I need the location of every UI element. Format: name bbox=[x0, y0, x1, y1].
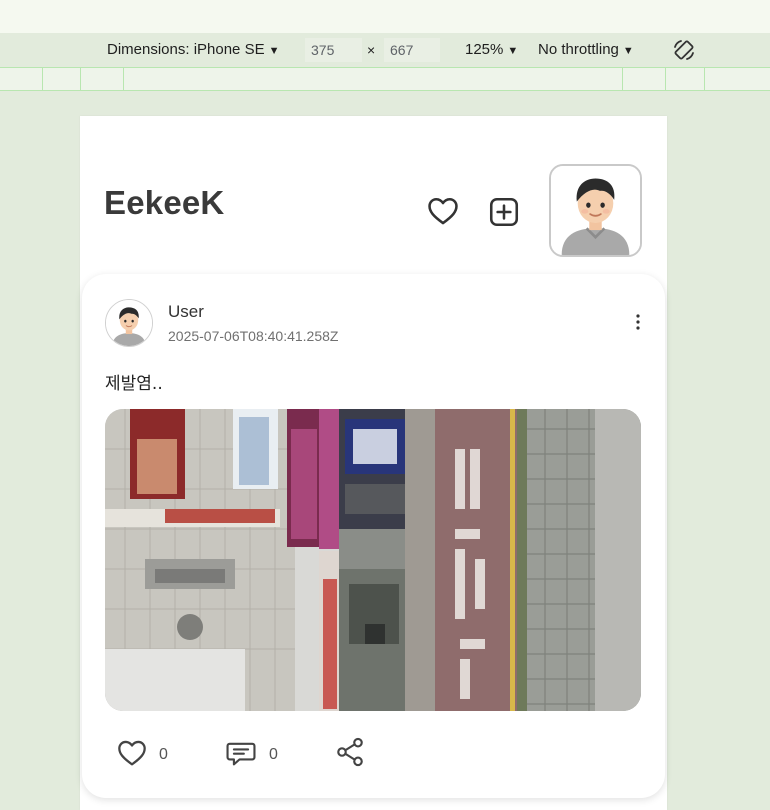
heart-icon bbox=[118, 740, 146, 766]
post-username[interactable]: User bbox=[168, 302, 204, 322]
throttling-label: No throttling bbox=[538, 41, 619, 58]
profile-avatar[interactable] bbox=[549, 164, 642, 257]
comment-button[interactable]: 0 bbox=[224, 736, 284, 770]
width-input[interactable]: 375 bbox=[305, 38, 362, 62]
caret-down-icon: ▼ bbox=[507, 45, 519, 57]
device-viewport: EekeeK User 2025-07-06T08:40:41.258Z 제발염… bbox=[80, 116, 667, 810]
like-count: 0 bbox=[159, 746, 168, 763]
zoom-label: 125% bbox=[465, 41, 504, 58]
add-square-icon[interactable] bbox=[487, 195, 521, 229]
app-title: EekeeK bbox=[104, 184, 225, 221]
like-button[interactable]: 0 bbox=[116, 736, 176, 770]
heart-icon[interactable] bbox=[426, 194, 460, 228]
street-photo-image bbox=[105, 409, 641, 711]
post-author-avatar[interactable] bbox=[105, 299, 153, 347]
ruler-divider bbox=[80, 68, 81, 90]
media-query-ruler bbox=[0, 67, 770, 91]
ruler-divider bbox=[704, 68, 705, 90]
more-vertical-icon[interactable] bbox=[630, 310, 646, 334]
caret-down-icon: ▼ bbox=[622, 45, 634, 57]
avatar-image bbox=[551, 166, 640, 255]
avatar-image bbox=[106, 300, 152, 346]
devtools-topbar bbox=[0, 0, 770, 33]
times-sign: × bbox=[367, 42, 376, 58]
post-timestamp: 2025-07-06T08:40:41.258Z bbox=[168, 328, 339, 344]
comment-count: 0 bbox=[269, 746, 278, 763]
ruler-divider bbox=[42, 68, 43, 90]
ruler-divider bbox=[665, 68, 666, 90]
dimensions-label: Dimensions: iPhone SE bbox=[107, 41, 265, 58]
ruler-divider bbox=[622, 68, 623, 90]
ruler-divider bbox=[123, 68, 124, 90]
share-icon[interactable] bbox=[334, 736, 366, 768]
post-text: 제발염.. bbox=[105, 374, 163, 394]
post-photo[interactable] bbox=[105, 409, 641, 711]
comment-icon bbox=[226, 742, 256, 766]
zoom-dropdown[interactable]: 125% ▼ bbox=[465, 33, 518, 67]
device-toolbar: Dimensions: iPhone SE ▼ 375 × 667 125% ▼ N… bbox=[0, 33, 770, 67]
rotate-device-icon[interactable] bbox=[672, 38, 696, 62]
post-card: User 2025-07-06T08:40:41.258Z 제발염.. 0 0 bbox=[82, 274, 665, 798]
throttling-dropdown[interactable]: No throttling ▼ bbox=[538, 33, 634, 67]
height-input[interactable]: 667 bbox=[384, 38, 440, 62]
caret-down-icon: ▼ bbox=[268, 45, 280, 57]
dimensions-dropdown[interactable]: Dimensions: iPhone SE ▼ bbox=[107, 33, 279, 67]
